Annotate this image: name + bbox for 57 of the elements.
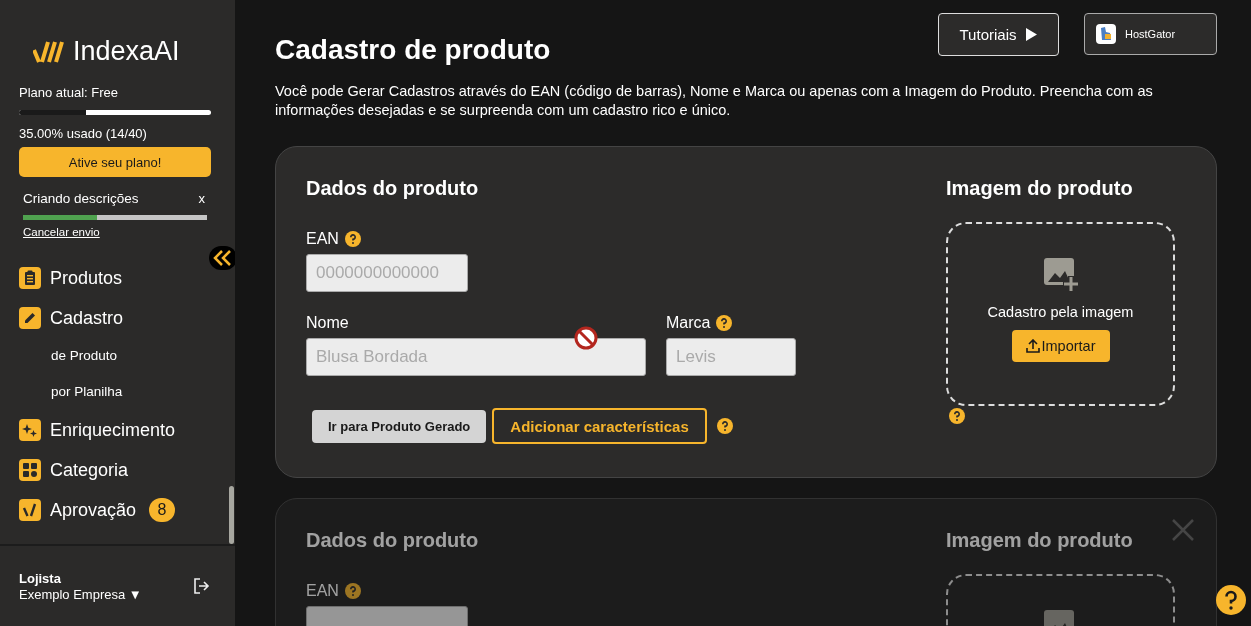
section-title: Imagem do produto bbox=[946, 529, 1134, 552]
activate-plan-button[interactable]: Ative seu plano! bbox=[19, 147, 211, 177]
section-title: Dados do produto bbox=[306, 177, 480, 200]
grid-icon bbox=[19, 459, 41, 481]
nav-subitem[interactable]: por Planilha bbox=[19, 374, 211, 410]
field-label: Marca bbox=[666, 314, 711, 332]
add-features-button[interactable]: Adicionar características bbox=[492, 408, 707, 444]
nav-item[interactable]: Categoria bbox=[19, 450, 211, 490]
user-role: Lojista bbox=[19, 570, 62, 586]
clipboard-icon bbox=[19, 267, 41, 289]
image-drop-zone[interactable]: Cadastro pela imagem Importar bbox=[946, 222, 1175, 406]
nav-item[interactable]: Cadastro bbox=[19, 298, 211, 338]
nav-subitem[interactable]: de Produto bbox=[19, 338, 211, 374]
usage-text: 35.00% usado (14/40) bbox=[19, 126, 148, 141]
close-button[interactable]: x bbox=[196, 191, 207, 206]
brand-field[interactable]: Levis bbox=[666, 338, 796, 376]
drop-zone-caption: Cadastro pela imagem bbox=[987, 304, 1134, 320]
import-button[interactable]: Importar bbox=[1011, 330, 1110, 362]
sparkle-icon bbox=[19, 419, 41, 441]
page-description: Você pode Gerar Cadastros através do EAN (código de barras), Nome e Marca ou apenas com a Imagem do Produto. Preencha com as informações desejadas e se surpreenda com um cadastro rico e único. bbox=[275, 82, 1154, 120]
nav-item[interactable]: Aprovação 8 bbox=[19, 490, 211, 530]
tutorials-button[interactable]: Tutoriais bbox=[938, 13, 1059, 56]
task-title: Criando descrições bbox=[23, 191, 139, 206]
collapse-sidebar-icon[interactable] bbox=[209, 246, 237, 270]
plan-label: Plano atual: Free bbox=[19, 85, 119, 100]
cancel-link[interactable]: Cancelar envio bbox=[23, 226, 100, 238]
field-label: Nome bbox=[306, 314, 349, 332]
help-icon[interactable] bbox=[344, 583, 361, 599]
nav-item[interactable]: Produtos bbox=[19, 258, 211, 298]
help-icon[interactable] bbox=[949, 408, 965, 424]
nav-item[interactable]: Enriquecimento bbox=[19, 410, 211, 450]
help-button-icon[interactable] bbox=[1216, 585, 1246, 615]
page-title: Cadastro de produto bbox=[275, 34, 551, 66]
logo-text: IndexaAI bbox=[73, 36, 180, 67]
logo-mark-icon bbox=[33, 39, 67, 64]
host-button[interactable]: HostGator bbox=[1084, 13, 1217, 55]
pencil-icon bbox=[19, 307, 41, 329]
name-field[interactable]: Blusa Bordada bbox=[306, 338, 646, 376]
check-icon bbox=[19, 499, 41, 521]
company-selector[interactable]: Exemplo Empresa ▼ bbox=[19, 586, 142, 602]
logout-icon[interactable] bbox=[192, 577, 210, 595]
ean-field[interactable]: 0000000000000 bbox=[306, 254, 468, 292]
count-badge: 8 bbox=[149, 498, 176, 522]
help-icon[interactable] bbox=[716, 418, 733, 434]
help-icon[interactable] bbox=[344, 231, 361, 247]
help-icon[interactable] bbox=[716, 315, 733, 331]
upload-icon bbox=[1025, 339, 1040, 353]
field-label: EAN bbox=[306, 582, 339, 600]
mascot-icon bbox=[1096, 24, 1116, 44]
play-icon bbox=[1026, 28, 1038, 41]
scrollbar-thumb[interactable] bbox=[229, 486, 234, 544]
go-to-product-button[interactable]: Ir para Produto Gerado bbox=[312, 409, 487, 443]
section-title: Imagem do produto bbox=[946, 177, 1134, 200]
add-image-icon bbox=[1043, 258, 1078, 292]
not-allowed-cursor-icon bbox=[574, 326, 598, 350]
field-label: EAN bbox=[306, 230, 339, 248]
section-title: Dados do produto bbox=[306, 529, 479, 552]
